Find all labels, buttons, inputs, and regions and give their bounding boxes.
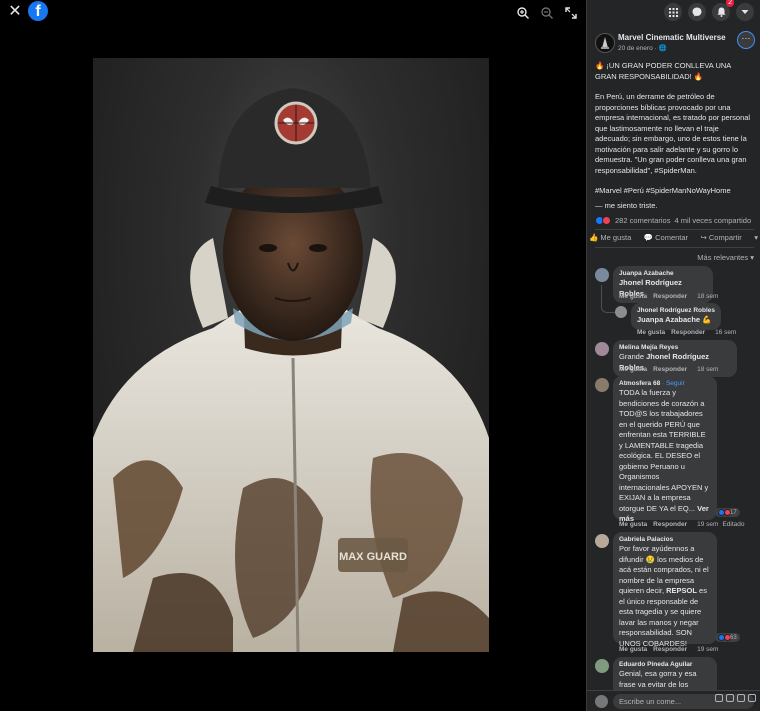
comment-time[interactable]: 19 sem (697, 521, 718, 528)
post-body-text: En Perú, un derrame de petróleo de propo… (595, 92, 751, 175)
post-hashtags[interactable]: #Marvel #Perú #SpiderManNoWayHome (595, 186, 752, 197)
comment-meta: Me gusta Responder 19 sem (619, 646, 718, 653)
comment-meta: Me gusta Responder 19 sem Editado (619, 521, 745, 528)
page-avatar[interactable] (595, 33, 615, 53)
fullscreen-icon[interactable] (564, 6, 578, 20)
reaction-count: 17 (730, 509, 737, 516)
chevron-down-icon[interactable] (736, 3, 754, 21)
avatar[interactable] (595, 534, 609, 548)
emoji-icon[interactable] (715, 694, 723, 702)
bell-icon[interactable]: 2 (712, 0, 734, 21)
messenger-icon[interactable] (688, 3, 706, 21)
close-icon[interactable]: ✕ (6, 3, 24, 21)
comment-author[interactable]: Jhonel Rodríguez Robles (637, 306, 715, 315)
avatar[interactable] (595, 268, 609, 282)
comment-time[interactable]: 18 sem (697, 366, 718, 373)
avatar (595, 695, 608, 708)
facebook-logo[interactable]: f (28, 1, 48, 21)
comment-button[interactable]: 💬 Comentar (644, 233, 688, 242)
photo-viewer: ✕ f MAX GUARD (0, 0, 586, 711)
composer-tools (715, 694, 756, 702)
gif-icon[interactable] (737, 694, 745, 702)
comments-count[interactable]: 282 comentarios (615, 216, 670, 225)
comment-author[interactable]: Gabriela Palacios (619, 535, 711, 544)
comment: Gabriela Palacios Por favor ayúdennos a … (587, 532, 760, 656)
post-headline: 🔥 ¡UN GRAN PODER CONLLEVA UNA GRAN RESPO… (595, 61, 731, 81)
shares-count[interactable]: 4 mil veces compartido (674, 216, 751, 225)
comment-text: Genial, esa gorra y esa frase va evitar … (619, 669, 697, 689)
like-button[interactable]: 👍 Me gusta (589, 233, 631, 242)
comment-bubble: Atmosfera 68 · Seguir TODA la fuerza y b… (613, 376, 717, 523)
comment-like-link[interactable]: Me gusta (637, 329, 665, 336)
comment-bubble: Jhonel Rodríguez Robles Juanpa Azabache … (631, 303, 721, 330)
divider (595, 229, 754, 230)
comment-meta: Me gusta Responder 18 sem (619, 293, 718, 300)
comment-reply-link[interactable]: Responder (653, 521, 687, 528)
zoom-out-icon[interactable] (540, 6, 554, 20)
post-date[interactable]: 20 de enero · 🌐 (618, 44, 667, 52)
top-bar: 2 (587, 0, 760, 24)
comment-text-prefix: Grande (619, 352, 647, 361)
comment-reply-link[interactable]: Responder (653, 646, 687, 653)
follow-link[interactable]: · Seguir (662, 380, 685, 387)
comment-text-bold: REPSOL (666, 586, 697, 595)
comment-reply-link[interactable]: Responder (653, 366, 687, 373)
comment-time[interactable]: 18 sem (697, 293, 718, 300)
love-reaction-icon (602, 215, 611, 225)
comment-like-link[interactable]: Me gusta (619, 646, 647, 653)
comment-meta: Me gusta Responder 18 sem (619, 366, 718, 373)
svg-text:MAX GUARD: MAX GUARD (339, 551, 407, 563)
post-actions: 👍 Me gusta 💬 Comentar ↪ Compartir ▾ (589, 233, 758, 242)
comment-time[interactable]: 19 sem (697, 646, 718, 653)
comment: Eduardo Pineda Aguilar Genial, esa gorra… (587, 657, 760, 690)
apps-grid-icon[interactable] (664, 3, 682, 21)
zoom-toolbar (516, 6, 578, 20)
comment-reply-link[interactable]: Responder (653, 293, 687, 300)
divider (595, 247, 754, 248)
comment-author: Atmosfera 68 · Seguir (619, 379, 711, 388)
share-button[interactable]: ↪ Compartir (700, 233, 741, 242)
post-feeling: — me siento triste. (595, 200, 658, 210)
comment-reply-link[interactable]: Responder (671, 329, 705, 336)
comment-text[interactable]: Juanpa Azabache 💪 (637, 315, 712, 324)
comment-sort-dropdown[interactable]: Más relevantes ▾ (697, 253, 754, 262)
comment-author[interactable]: Melina Mejía Reyes (619, 343, 731, 352)
reactions-summary: 282 comentarios 4 mil veces compartido (595, 214, 754, 226)
comment-composer: Escribe un come... (587, 690, 760, 711)
avatar[interactable] (595, 378, 609, 392)
comment-bubble: Eduardo Pineda Aguilar Genial, esa gorra… (613, 657, 717, 690)
camera-icon[interactable] (726, 694, 734, 702)
post-header: Marvel Cinematic Multiverse 20 de enero … (587, 31, 760, 55)
audience-selector[interactable]: ▾ (754, 233, 758, 242)
comment-reactions[interactable]: 17 (715, 508, 740, 517)
comment: Atmosfera 68 · Seguir TODA la fuerza y b… (587, 376, 760, 532)
notification-badge: 2 (726, 0, 734, 7)
comment-author[interactable]: Juanpa Azabache (619, 269, 707, 278)
comment-like-link[interactable]: Me gusta (619, 366, 647, 373)
comment: Melina Mejía Reyes Grande Jhonel Rodrígu… (587, 340, 760, 377)
avatar[interactable] (595, 342, 609, 356)
comment-time[interactable]: 16 sem (715, 329, 736, 336)
post-text: 🔥 ¡UN GRAN PODER CONLLEVA UNA GRAN RESPO… (587, 55, 760, 211)
comment-meta: Me gusta Responder 16 sem (637, 329, 736, 336)
page-name[interactable]: Marvel Cinematic Multiverse (618, 33, 726, 42)
comment-author-name[interactable]: Atmosfera 68 (619, 380, 660, 387)
comment-like-link[interactable]: Me gusta (619, 521, 647, 528)
comment-reply: Jhonel Rodríguez Robles Juanpa Azabache … (587, 303, 760, 339)
avatar[interactable] (615, 306, 627, 318)
zoom-in-icon[interactable] (516, 6, 530, 20)
post-photo[interactable]: MAX GUARD (93, 58, 489, 652)
reaction-count: 63 (730, 634, 737, 641)
comment-like-link[interactable]: Me gusta (619, 293, 647, 300)
comment-text: TODA la fuerza y bendiciones de corazón … (619, 388, 709, 513)
comment-text-b: es el único responsable de esta tragedia… (619, 586, 707, 648)
sticker-icon[interactable] (748, 694, 756, 702)
avatar[interactable] (595, 659, 609, 673)
comment-reactions[interactable]: 63 (715, 633, 740, 642)
post-panel: 2 Marvel Cinematic Multiverse 20 de ener… (586, 0, 760, 711)
more-options-button[interactable]: ··· (737, 31, 755, 49)
comment-bubble: Gabriela Palacios Por favor ayúdennos a … (613, 532, 717, 648)
edited-label: Editado (722, 521, 745, 528)
comment-author[interactable]: Eduardo Pineda Aguilar (619, 660, 711, 669)
